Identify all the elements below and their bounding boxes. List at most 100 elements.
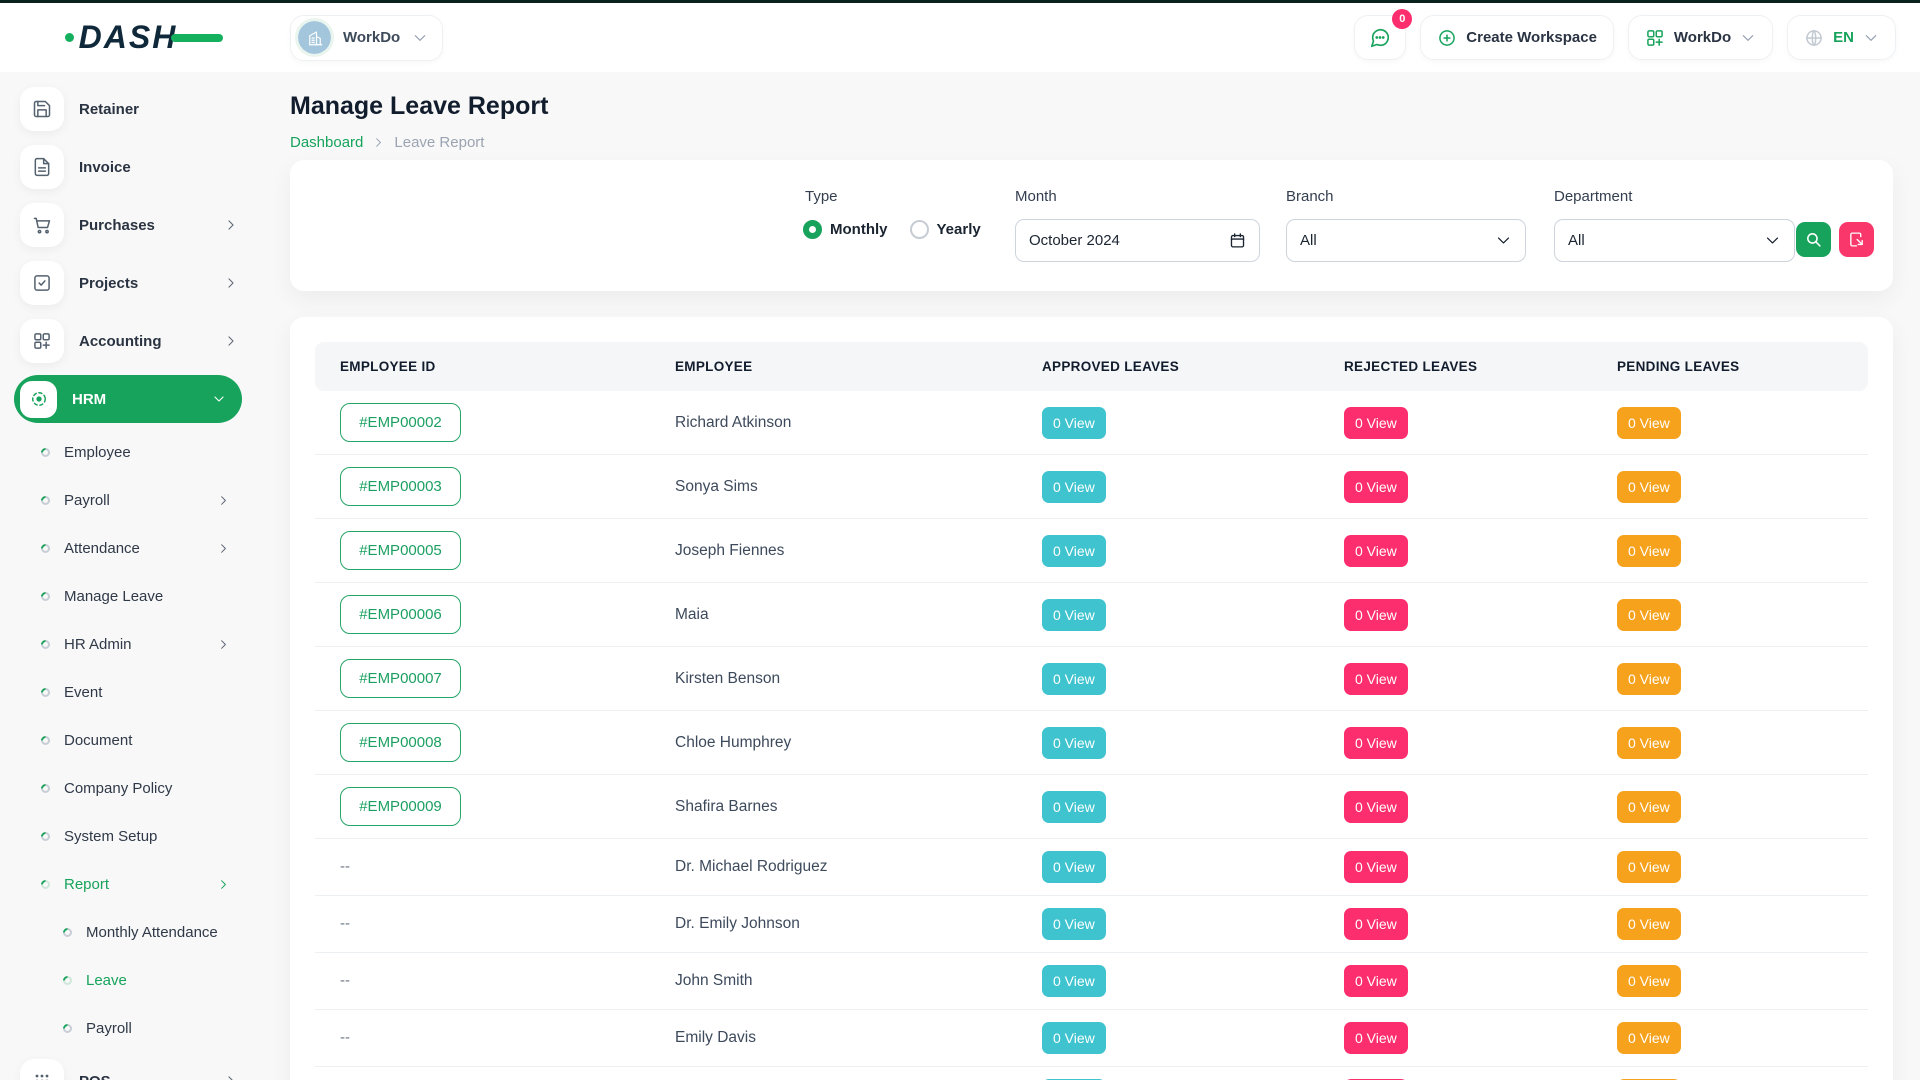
employee-id-button[interactable]: #EMP00005: [340, 531, 461, 570]
workdo-menu-label: WorkDo: [1674, 29, 1731, 46]
pending-leaves-view-button[interactable]: 0 View: [1617, 407, 1681, 439]
bullet-ring-icon: [61, 1022, 74, 1035]
rejected-leaves-view-button[interactable]: 0 View: [1344, 535, 1408, 567]
rejected-leaves-view-button[interactable]: 0 View: [1344, 851, 1408, 883]
workspace-switcher[interactable]: WorkDo: [290, 15, 443, 61]
pending-leaves-view-button[interactable]: 0 View: [1617, 908, 1681, 940]
employee-id-button[interactable]: #EMP00006: [340, 595, 461, 634]
pending-leaves-view-button[interactable]: 0 View: [1617, 1022, 1681, 1054]
month-input[interactable]: October 2024: [1015, 219, 1260, 262]
approved-leaves-view-button[interactable]: 0 View: [1042, 407, 1106, 439]
approved-leaves-view-button[interactable]: 0 View: [1042, 965, 1106, 997]
employee-name: Dr. Michael Rodriguez: [675, 858, 827, 875]
approved-leaves-view-button[interactable]: 0 View: [1042, 727, 1106, 759]
sidebar-item-purchases[interactable]: Purchases: [0, 196, 256, 254]
messages-button[interactable]: 0: [1354, 15, 1406, 60]
approved-leaves-view-button[interactable]: 0 View: [1042, 1022, 1106, 1054]
approved-leaves-view-button[interactable]: 0 View: [1042, 851, 1106, 883]
sidebar-item-accounting[interactable]: Accounting: [0, 312, 256, 370]
sidebar-item-manage-leave[interactable]: Manage Leave: [0, 572, 256, 620]
employee-name: Richard Atkinson: [675, 414, 791, 431]
employee-id-button[interactable]: #EMP00007: [340, 659, 461, 698]
rejected-leaves-view-button[interactable]: 0 View: [1344, 727, 1408, 759]
sidebar-item-projects[interactable]: Projects: [0, 254, 256, 312]
pending-leaves-view-button[interactable]: 0 View: [1617, 535, 1681, 567]
chevron-down-icon: [1740, 30, 1756, 46]
employee-id-empty: --: [340, 1029, 350, 1046]
workdo-menu-button[interactable]: WorkDo: [1628, 15, 1773, 60]
create-workspace-button[interactable]: Create Workspace: [1420, 15, 1614, 60]
approved-leaves-view-button[interactable]: 0 View: [1042, 535, 1106, 567]
rejected-leaves-view-button[interactable]: 0 View: [1344, 407, 1408, 439]
plus-circle-icon: [1437, 28, 1457, 48]
sidebar-item-label: POS: [79, 1073, 111, 1080]
sidebar-item-label: Payroll: [64, 492, 110, 509]
sidebar-item-hrm[interactable]: HRM: [14, 375, 242, 423]
chevron-right-icon: [217, 542, 230, 555]
rejected-leaves-view-button[interactable]: 0 View: [1344, 599, 1408, 631]
employee-name: Chloe Humphrey: [675, 734, 791, 751]
type-radio-yearly[interactable]: Yearly: [910, 220, 981, 239]
sidebar-item-retainer[interactable]: Retainer: [0, 80, 256, 138]
breadcrumb: Dashboard Leave Report: [290, 134, 484, 151]
sidebar-item-monthly-attendance[interactable]: Monthly Attendance: [0, 908, 256, 956]
rejected-leaves-view-button[interactable]: 0 View: [1344, 471, 1408, 503]
branch-select[interactable]: All: [1286, 219, 1526, 262]
sidebar-item-attendance[interactable]: Attendance: [0, 524, 256, 572]
approved-leaves-view-button[interactable]: 0 View: [1042, 791, 1106, 823]
pending-leaves-view-button[interactable]: 0 View: [1617, 965, 1681, 997]
sidebar-item-hr-admin[interactable]: HR Admin: [0, 620, 256, 668]
approved-leaves-view-button[interactable]: 0 View: [1042, 471, 1106, 503]
employee-id-button[interactable]: #EMP00003: [340, 467, 461, 506]
sidebar-item-leave[interactable]: Leave: [0, 956, 256, 1004]
pending-leaves-view-button[interactable]: 0 View: [1617, 663, 1681, 695]
sidebar-item-system-setup[interactable]: System Setup: [0, 812, 256, 860]
sidebar-item-label: Report: [64, 876, 109, 893]
sidebar-item-document[interactable]: Document: [0, 716, 256, 764]
sidebar-item-label: Projects: [79, 275, 138, 292]
type-radio-monthly[interactable]: Monthly: [803, 220, 888, 239]
rejected-leaves-view-button[interactable]: 0 View: [1344, 663, 1408, 695]
sidebar-item-label: Invoice: [79, 159, 131, 176]
sidebar-item-company-policy[interactable]: Company Policy: [0, 764, 256, 812]
file-export-icon: [1848, 231, 1865, 248]
sidebar-item-label: Manage Leave: [64, 588, 163, 605]
export-button[interactable]: [1839, 222, 1874, 257]
language-selector[interactable]: EN: [1787, 15, 1896, 60]
approved-leaves-view-button[interactable]: 0 View: [1042, 908, 1106, 940]
employee-id-empty: --: [340, 972, 350, 989]
pending-leaves-view-button[interactable]: 0 View: [1617, 471, 1681, 503]
dash-logo[interactable]: DASH: [79, 19, 178, 56]
sidebar-item-report[interactable]: Report: [0, 860, 256, 908]
employee-id-button[interactable]: #EMP00008: [340, 723, 461, 762]
breadcrumb-dashboard-link[interactable]: Dashboard: [290, 134, 363, 151]
rejected-leaves-view-button[interactable]: 0 View: [1344, 965, 1408, 997]
rejected-leaves-view-button[interactable]: 0 View: [1344, 1022, 1408, 1054]
sidebar-item-pos[interactable]: POS: [0, 1052, 256, 1080]
type-radio-group: Monthly Yearly: [803, 220, 981, 239]
chevron-right-icon: [372, 136, 385, 149]
pending-leaves-view-button[interactable]: 0 View: [1617, 727, 1681, 759]
pending-leaves-view-button[interactable]: 0 View: [1617, 599, 1681, 631]
pending-leaves-view-button[interactable]: 0 View: [1617, 851, 1681, 883]
employee-name: Shafira Barnes: [675, 798, 778, 815]
pending-leaves-view-button[interactable]: 0 View: [1617, 791, 1681, 823]
approved-leaves-view-button[interactable]: 0 View: [1042, 663, 1106, 695]
sidebar-item-event[interactable]: Event: [0, 668, 256, 716]
sidebar-item-label: Event: [64, 684, 102, 701]
bullet-ring-icon: [39, 686, 52, 699]
sidebar-item-label: Accounting: [79, 333, 162, 350]
sidebar-item-invoice[interactable]: Invoice: [0, 138, 256, 196]
approved-leaves-view-button[interactable]: 0 View: [1042, 599, 1106, 631]
rejected-leaves-view-button[interactable]: 0 View: [1344, 791, 1408, 823]
search-button[interactable]: [1796, 222, 1831, 257]
employee-id-button[interactable]: #EMP00009: [340, 787, 461, 826]
sidebar-item-payroll[interactable]: Payroll: [0, 476, 256, 524]
leave-report-table-card: EMPLOYEE IDEMPLOYEEAPPROVED LEAVESREJECT…: [290, 317, 1893, 1080]
department-select[interactable]: All: [1554, 219, 1795, 262]
rejected-leaves-view-button[interactable]: 0 View: [1344, 908, 1408, 940]
sidebar-item-employee[interactable]: Employee: [0, 428, 256, 476]
employee-id-button[interactable]: #EMP00002: [340, 403, 461, 442]
month-label: Month: [1015, 188, 1057, 205]
sidebar-item-payroll-report[interactable]: Payroll: [0, 1004, 256, 1052]
